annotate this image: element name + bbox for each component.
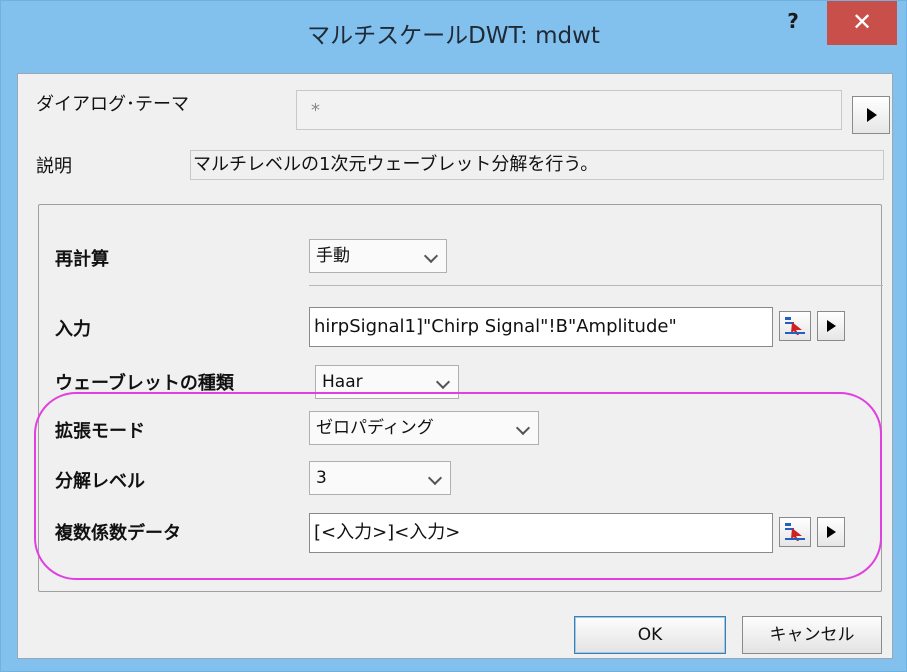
dialog-theme-label: ダイアログ･テーマ [36, 94, 189, 115]
decomp-level-label: 分解レベル [55, 471, 145, 492]
chevron-down-icon [423, 248, 439, 264]
input-select-button[interactable] [779, 311, 811, 341]
decomp-level-dropdown[interactable]: 3 [309, 461, 451, 495]
recalc-value: 手動 [316, 246, 350, 266]
title-bar[interactable]: マルチスケールDWT: mdwt ? ✕ [1, 1, 906, 71]
separator [309, 285, 883, 286]
decomp-level-value: 3 [316, 468, 327, 488]
recalc-dropdown[interactable]: 手動 [309, 239, 447, 273]
chevron-down-icon [515, 420, 531, 436]
ok-button[interactable]: OK [574, 616, 726, 654]
dialog-window: マルチスケールDWT: mdwt ? ✕ ダイアログ･テーマ * 説明 マルチレ… [0, 0, 907, 672]
wavelet-type-dropdown[interactable]: Haar [315, 365, 459, 399]
select-range-icon [785, 317, 805, 335]
description-label: 説明 [36, 156, 72, 177]
extension-mode-label: 拡張モード [55, 421, 145, 442]
extension-mode-value: ゼロパディング [316, 418, 434, 438]
coef-data-menu-button[interactable] [817, 517, 845, 547]
coef-data-label: 複数係数データ [55, 523, 181, 544]
wavelet-type-label: ウェーブレットの種類 [55, 373, 234, 394]
help-button[interactable]: ? [771, 1, 815, 45]
close-button[interactable]: ✕ [827, 1, 897, 45]
extension-mode-dropdown[interactable]: ゼロパディング [309, 411, 539, 445]
chevron-down-icon [427, 470, 443, 486]
input-field[interactable]: hirpSignal1]"Chirp Signal"!B"Amplitude" [309, 307, 773, 347]
input-menu-button[interactable] [817, 311, 845, 341]
coef-data-field[interactable]: [<入力>]<入力> [309, 513, 773, 553]
dialog-theme-menu-button[interactable] [852, 96, 890, 134]
recalc-label: 再計算 [55, 249, 109, 270]
dialog-body: ダイアログ･テーマ * 説明 マルチレベルの1次元ウェーブレット分解を行う。 再… [17, 73, 893, 659]
settings-group: 再計算 手動 入力 hirpSignal1]"Chirp Signal"!B"A… [38, 204, 883, 592]
input-label: 入力 [55, 319, 91, 340]
coef-data-select-button[interactable] [779, 517, 811, 547]
wavelet-type-value: Haar [322, 372, 363, 392]
description-text: マルチレベルの1次元ウェーブレット分解を行う。 [190, 150, 884, 180]
dialog-theme-field[interactable]: * [296, 90, 842, 130]
chevron-down-icon [435, 374, 451, 390]
select-range-icon [785, 523, 805, 541]
cancel-button[interactable]: キャンセル [742, 616, 882, 654]
